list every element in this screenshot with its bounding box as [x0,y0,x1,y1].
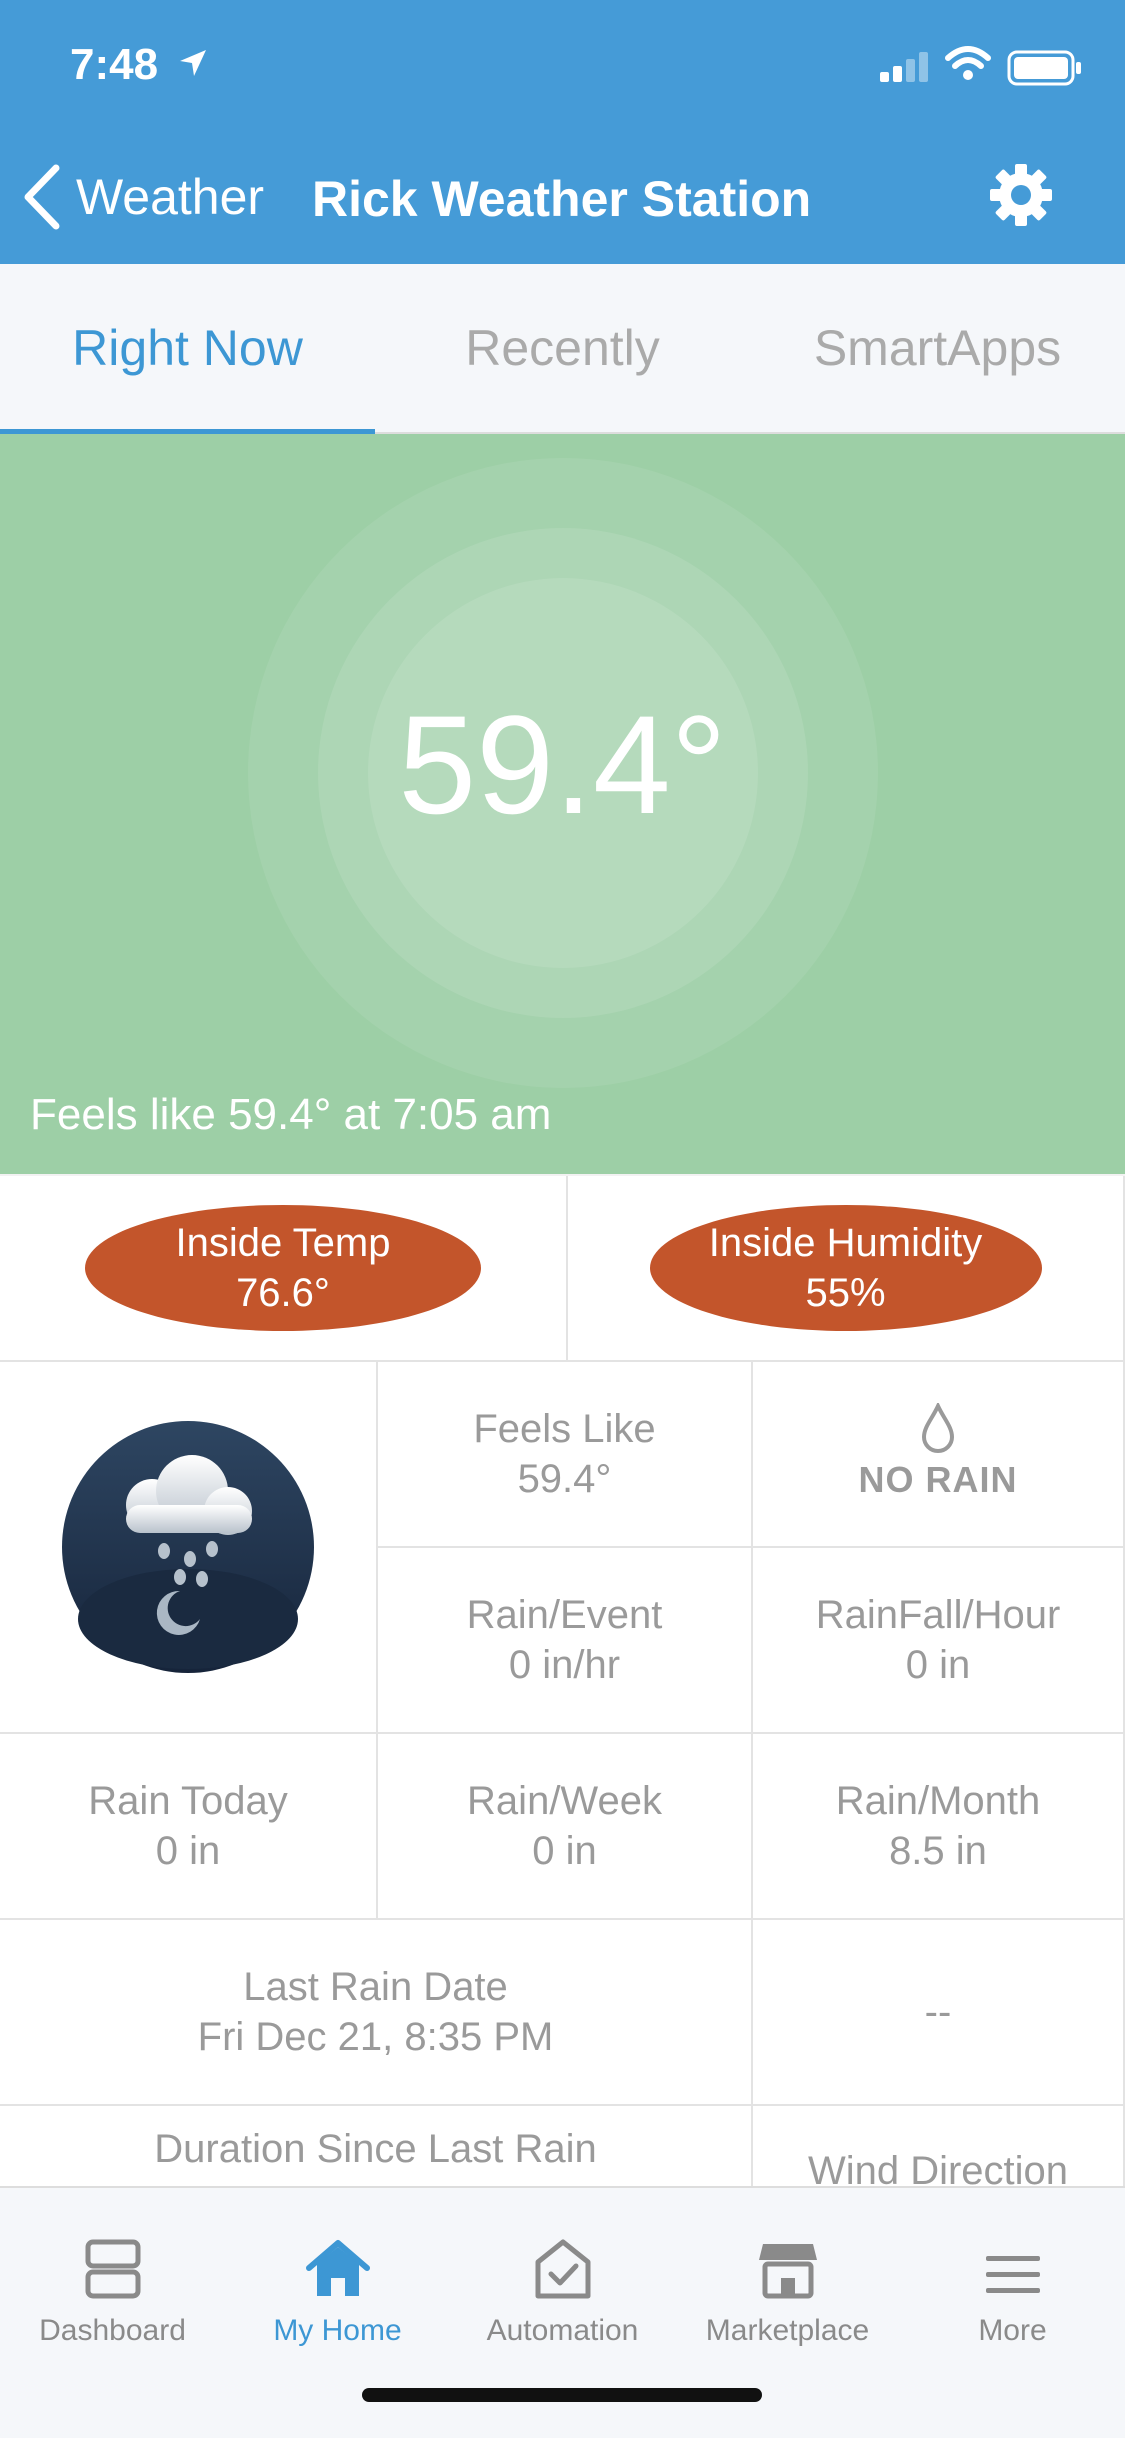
rain-week-value: 0 in [532,1829,597,1873]
rain-today-tile: Rain Today 0 in [0,1734,378,1920]
inside-humidity-button[interactable]: Inside Humidity 55% [649,1205,1042,1331]
last-rain-date-tile: Last Rain Date Fri Dec 21, 8:35 PM [0,1920,753,2106]
rain-month-value: 8.5 in [889,1829,987,1873]
gear-icon [990,164,1052,226]
inside-temp-tile: Inside Temp 76.6° [0,1176,568,1362]
nav-dashboard[interactable]: Dashboard [0,2188,225,2348]
nav-marketplace[interactable]: Marketplace [675,2188,900,2348]
weather-icon-tile [0,1362,378,1734]
status-bar: 7:48 [0,0,1125,120]
location-arrow-icon [178,48,208,83]
navigation-bar: Weather Rick Weather Station [0,120,1125,264]
nav-more[interactable]: More [900,2188,1125,2348]
tab-right-now[interactable]: Right Now [0,264,375,432]
nav-more-label: More [978,2314,1047,2347]
nav-automation[interactable]: Automation [450,2188,675,2348]
automation-icon [535,2239,590,2299]
rain-event-label: Rain/Event [466,1593,663,1637]
duration-label: Duration Since Last Rain [154,2127,597,2171]
status-time: 7:48 [70,40,159,89]
tab-smartapps[interactable]: SmartApps [750,264,1125,432]
raindrop-icon [921,1403,955,1453]
rainfall-hour-value: 0 in [905,1643,971,1687]
settings-button[interactable] [988,162,1054,233]
feels-like-value: 59.4° [517,1457,612,1501]
home-indicator [362,2388,762,2402]
battery-icon [1007,50,1083,91]
rain-event-tile: Rain/Event 0 in/hr [378,1548,753,1734]
rain-week-tile: Rain/Week 0 in [378,1734,753,1920]
home-icon [305,2240,370,2296]
inside-temp-value: 76.6° [236,1271,330,1315]
back-label: Weather [76,169,265,225]
rainfall-hour-label: RainFall/Hour [815,1593,1061,1637]
nav-dashboard-label: Dashboard [39,2314,186,2347]
rain-month-label: Rain/Month [835,1779,1041,1823]
chevron-left-icon [24,164,60,230]
rain-month-tile: Rain/Month 8.5 in [753,1734,1125,1920]
marketplace-icon [758,2244,817,2299]
nav-my-home[interactable]: My Home [225,2188,450,2348]
inside-temp-label: Inside Temp [175,1221,391,1265]
tab-bar: Right Now Recently SmartApps [0,264,1125,434]
feels-like-tile: Feels Like 59.4° [378,1362,753,1548]
current-temperature: 59.4° [398,686,727,843]
feels-like-text: Feels like 59.4° at 7:05 am [30,1090,552,1139]
back-button[interactable]: Weather [22,164,264,230]
rainfall-hour-tile: RainFall/Hour 0 in [753,1548,1125,1734]
no-rain-tile: NO RAIN [753,1362,1125,1548]
temperature-tile[interactable]: 59.4° Feels like 59.4° at 7:05 am [0,434,1125,1174]
tab-recently[interactable]: Recently [375,264,750,432]
signal-icon [880,52,932,87]
nav-automation-label: Automation [486,2314,639,2347]
rain-today-label: Rain Today [88,1779,288,1823]
last-rain-value: Fri Dec 21, 8:35 PM [197,2015,554,2059]
wifi-icon [945,46,991,87]
inside-humidity-label: Inside Humidity [708,1221,983,1265]
cloud-rain-moon-icon [62,1421,314,1673]
feels-like-label: Feels Like [473,1407,656,1451]
rain-week-label: Rain/Week [467,1779,662,1823]
rain-today-value: 0 in [155,1829,221,1873]
dashboard-icon [85,2239,140,2299]
no-rain-label: NO RAIN [858,1459,1018,1500]
inside-humidity-tile: Inside Humidity 55% [568,1176,1125,1362]
last-rain-label: Last Rain Date [243,1965,508,2009]
page-title: Rick Weather Station [312,171,812,227]
inside-humidity-value: 55% [805,1271,886,1315]
empty-value-tile: -- [753,1920,1125,2106]
nav-my-home-label: My Home [273,2314,402,2347]
rain-event-value: 0 in/hr [508,1643,621,1687]
placeholder-value: -- [924,1990,952,2034]
menu-icon [985,2256,1040,2293]
nav-marketplace-label: Marketplace [705,2314,870,2347]
inside-temp-button[interactable]: Inside Temp 76.6° [85,1205,481,1331]
